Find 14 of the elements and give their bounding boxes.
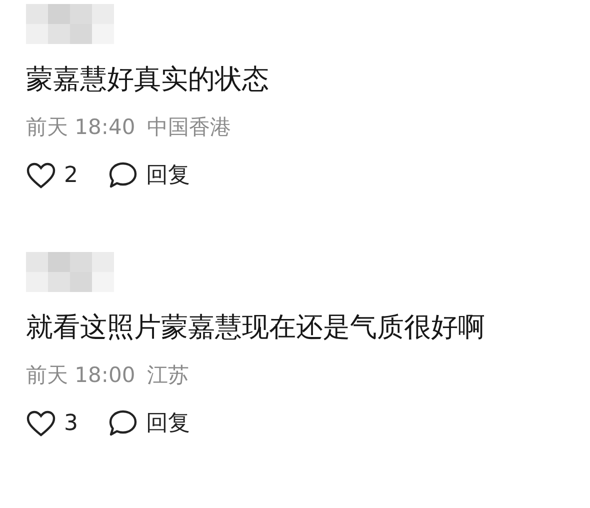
comment-text: 就看这照片蒙嘉慧现在还是气质很好啊 <box>26 311 486 345</box>
reply-button[interactable]: 回复 <box>146 408 190 438</box>
comment-date: 前天 18:00 <box>26 362 136 389</box>
comment-location: 江苏 <box>147 362 190 389</box>
comment-icon[interactable] <box>108 409 138 437</box>
comment-location: 中国香港 <box>147 114 232 141</box>
reply-button[interactable]: 回复 <box>146 160 190 190</box>
comment-text: 蒙嘉慧好真实的状态 <box>26 63 270 97</box>
like-count: 3 <box>64 410 78 436</box>
like-icon[interactable] <box>26 162 56 188</box>
comment-icon[interactable] <box>108 161 138 189</box>
like-icon[interactable] <box>26 410 56 436</box>
like-count: 2 <box>64 162 78 188</box>
comment-date: 前天 18:40 <box>26 114 136 141</box>
